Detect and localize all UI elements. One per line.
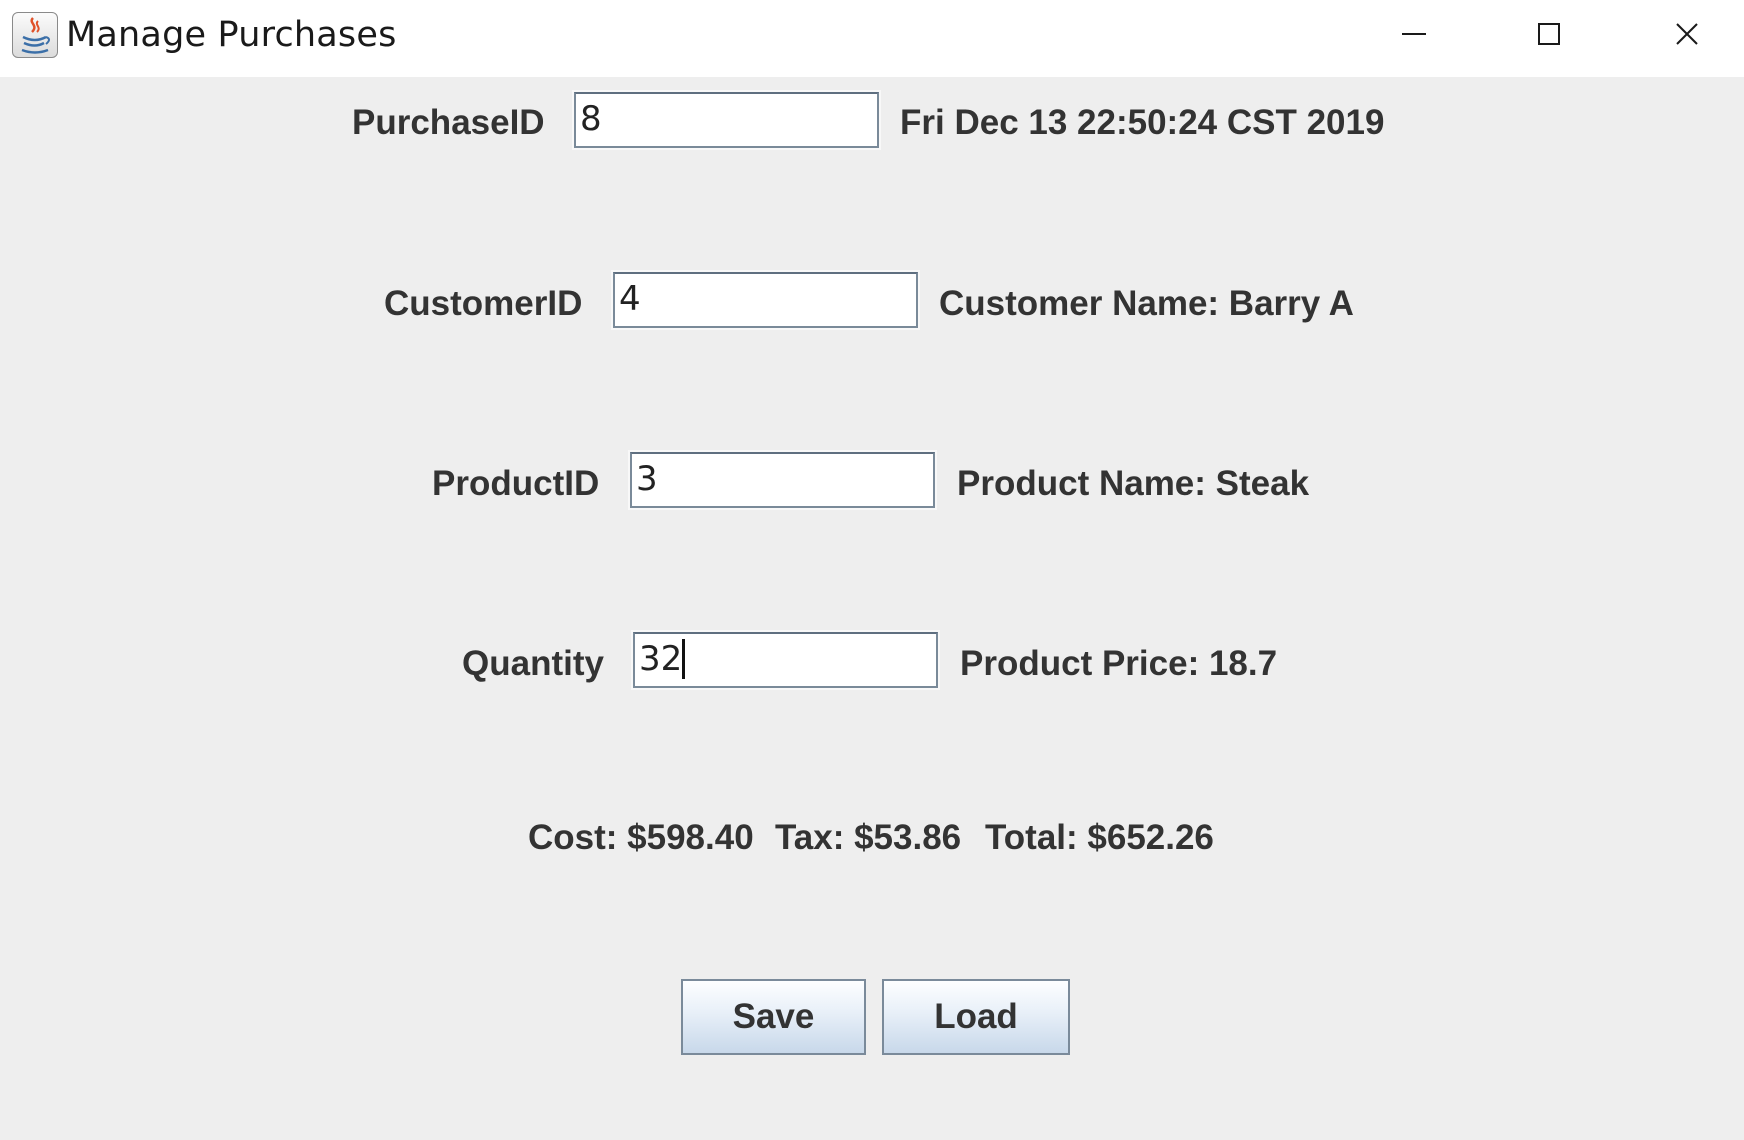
text-caret: [682, 639, 686, 679]
purchase-date-label: Fri Dec 13 22:50:24 CST 2019: [900, 103, 1385, 142]
save-button[interactable]: Save: [681, 979, 866, 1055]
product-id-value: 3: [636, 459, 658, 499]
purchase-id-label: PurchaseID: [352, 103, 545, 142]
customer-name-label: Customer Name: Barry A: [939, 284, 1354, 323]
load-button[interactable]: Load: [882, 979, 1070, 1055]
product-price-label: Product Price: 18.7: [960, 644, 1278, 683]
quantity-value: 32: [639, 639, 683, 679]
product-name-label: Product Name: Steak: [957, 464, 1310, 503]
maximize-button[interactable]: [1480, 0, 1618, 68]
minimize-button[interactable]: [1345, 0, 1483, 68]
purchase-id-input[interactable]: 8: [574, 92, 879, 148]
quantity-input[interactable]: 32: [633, 632, 938, 688]
title-bar: Manage Purchases: [0, 0, 1744, 77]
java-coffee-icon[interactable]: [12, 12, 58, 58]
maximize-icon: [1538, 23, 1560, 45]
total-label: Total: $652.26: [985, 818, 1214, 857]
product-id-input[interactable]: 3: [630, 452, 935, 508]
customer-id-label: CustomerID: [384, 284, 583, 323]
close-button[interactable]: [1618, 0, 1744, 68]
minimize-icon: [1402, 33, 1426, 35]
purchase-id-value: 8: [580, 99, 602, 139]
customer-id-input[interactable]: 4: [613, 272, 918, 328]
cost-label: Cost: $598.40: [528, 818, 754, 857]
quantity-label: Quantity: [462, 644, 604, 683]
customer-id-value: 4: [619, 279, 641, 319]
close-icon: [1676, 23, 1698, 45]
product-id-label: ProductID: [432, 464, 600, 503]
tax-label: Tax: $53.86: [775, 818, 962, 857]
window-title: Manage Purchases: [66, 15, 397, 55]
